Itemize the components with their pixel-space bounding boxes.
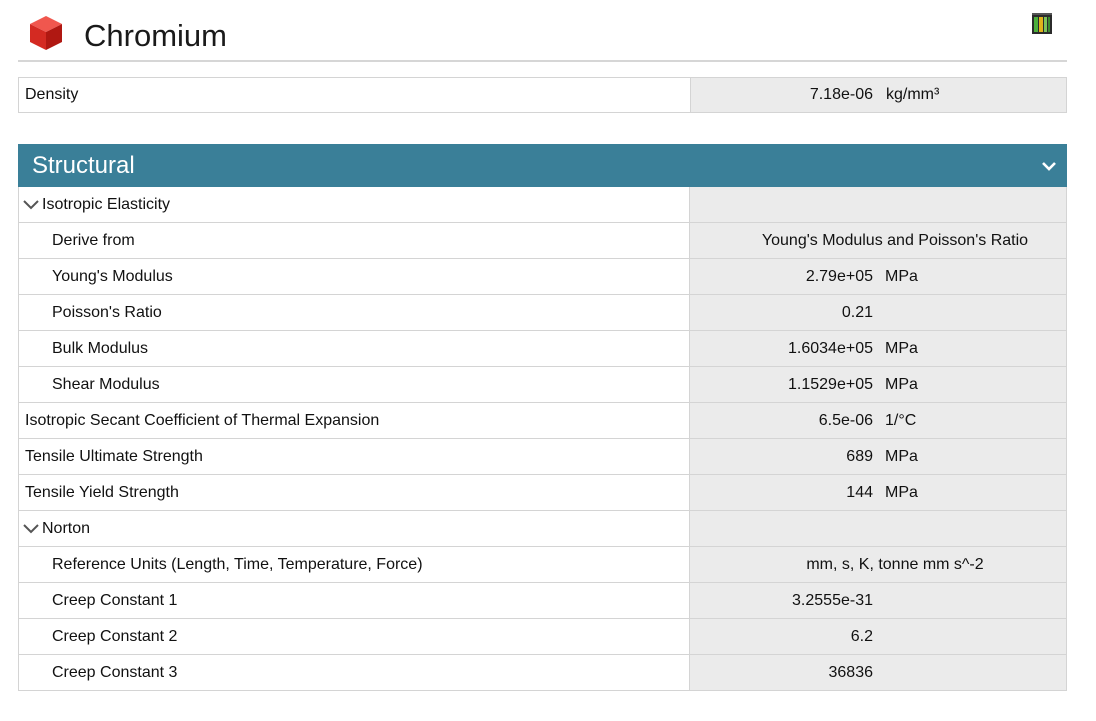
density-label: Density: [19, 78, 691, 112]
row-value: 1.6034e+05: [788, 339, 873, 357]
row-unit: MPa: [885, 267, 918, 285]
row-value: 36836: [828, 663, 874, 681]
property-table: Isotropic Elasticity Derive from Young's…: [18, 187, 1067, 691]
red-cube-icon: [30, 16, 62, 50]
row-value: 1.1529e+05: [788, 375, 873, 393]
row-unit: MPa: [885, 339, 918, 357]
value-cell[interactable]: 6.5e-06 1/°C: [690, 403, 1066, 438]
row-label: Derive from: [19, 223, 690, 258]
table-row: Creep Constant 3 36836: [19, 655, 1066, 691]
chevron-down-icon[interactable]: [1041, 158, 1057, 174]
row-value: 3.2555e-31: [792, 591, 873, 609]
empty-value-cell: [690, 511, 1066, 546]
value-cell[interactable]: 6.2: [690, 619, 1066, 654]
row-unit: 1/°C: [885, 411, 917, 429]
table-row: Shear Modulus 1.1529e+05 MPa: [19, 367, 1066, 403]
value-cell[interactable]: 1.1529e+05 MPa: [690, 367, 1066, 402]
value-cell[interactable]: 3.2555e-31: [690, 583, 1066, 618]
value-cell[interactable]: 144 MPa: [690, 475, 1066, 510]
table-row: Norton: [19, 511, 1066, 547]
table-row: Bulk Modulus 1.6034e+05 MPa: [19, 331, 1066, 367]
row-unit: MPa: [885, 375, 918, 393]
structural-section-header[interactable]: Structural: [18, 144, 1067, 187]
value-cell[interactable]: 0.21: [690, 295, 1066, 330]
row-label: Tensile Yield Strength: [19, 475, 690, 510]
row-label: Creep Constant 1: [19, 583, 690, 618]
derive-from-value: Young's Modulus and Poisson's Ratio: [761, 231, 1029, 249]
table-row: Creep Constant 1 3.2555e-31: [19, 583, 1066, 619]
density-row: Density 7.18e-06 kg/mm³: [18, 77, 1067, 113]
density-value-cell[interactable]: 7.18e-06 kg/mm³: [691, 78, 1066, 112]
row-label: Reference Units (Length, Time, Temperatu…: [19, 547, 690, 582]
row-value: 6.2: [850, 627, 873, 645]
material-header: Chromium: [18, 0, 1067, 62]
table-row: Tensile Yield Strength 144 MPa: [19, 475, 1066, 511]
chevron-down-icon[interactable]: [23, 199, 39, 211]
books-library-icon[interactable]: [1031, 12, 1053, 36]
density-value: 7.18e-06: [809, 86, 873, 103]
row-value: 2.79e+05: [805, 267, 873, 285]
row-label: Young's Modulus: [19, 259, 690, 294]
row-label: Shear Modulus: [19, 367, 690, 402]
reference-units-value: mm, s, K, tonne mm s^-2: [806, 555, 984, 573]
value-cell[interactable]: 1.6034e+05 MPa: [690, 331, 1066, 366]
row-label: Tensile Ultimate Strength: [19, 439, 690, 474]
empty-value-cell: [690, 187, 1066, 222]
value-cell[interactable]: mm, s, K, tonne mm s^-2: [690, 547, 1066, 582]
row-label: Creep Constant 2: [19, 619, 690, 654]
table-row: Isotropic Secant Coefficient of Thermal …: [19, 403, 1066, 439]
table-row: Isotropic Elasticity: [19, 187, 1066, 223]
row-label: Isotropic Secant Coefficient of Thermal …: [19, 403, 690, 438]
value-cell[interactable]: 2.79e+05 MPa: [690, 259, 1066, 294]
value-cell[interactable]: Young's Modulus and Poisson's Ratio: [690, 223, 1066, 258]
table-row: Creep Constant 2 6.2: [19, 619, 1066, 655]
row-unit: MPa: [885, 483, 918, 501]
material-title: Chromium: [84, 18, 227, 53]
row-value: 144: [846, 483, 873, 501]
value-cell[interactable]: 36836: [690, 655, 1066, 690]
row-unit: MPa: [885, 447, 918, 465]
value-cell[interactable]: 689 MPa: [690, 439, 1066, 474]
chevron-down-icon[interactable]: [23, 523, 39, 535]
table-row: Young's Modulus 2.79e+05 MPa: [19, 259, 1066, 295]
section-title: Structural: [32, 151, 135, 179]
row-value: 689: [846, 447, 873, 465]
group-label-norton[interactable]: Norton: [19, 511, 690, 546]
row-label: Creep Constant 3: [19, 655, 690, 690]
density-unit: kg/mm³: [886, 86, 940, 103]
table-row: Tensile Ultimate Strength 689 MPa: [19, 439, 1066, 475]
table-row: Reference Units (Length, Time, Temperatu…: [19, 547, 1066, 583]
row-value: 6.5e-06: [818, 411, 873, 429]
row-label: Bulk Modulus: [19, 331, 690, 366]
table-row: Derive from Young's Modulus and Poisson'…: [19, 223, 1066, 259]
row-label: Poisson's Ratio: [19, 295, 690, 330]
row-value: 0.21: [841, 303, 873, 321]
table-row: Poisson's Ratio 0.21: [19, 295, 1066, 331]
group-label-isotropic-elasticity[interactable]: Isotropic Elasticity: [19, 187, 690, 222]
